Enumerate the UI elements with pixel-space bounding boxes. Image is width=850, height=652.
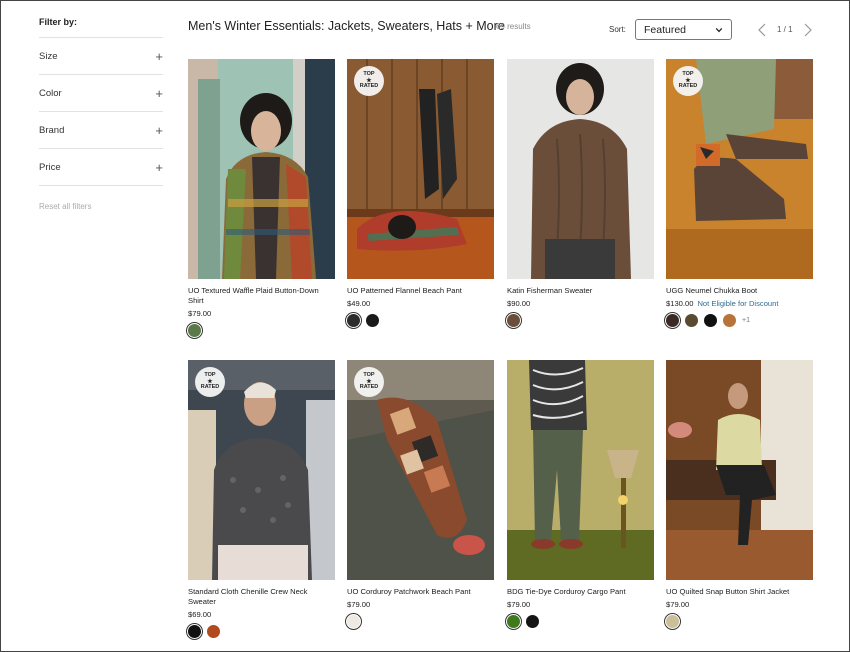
color-swatch[interactable] (704, 314, 717, 327)
product-card: Katin Fisherman Sweater $90.00 (507, 59, 654, 327)
plus-icon: + (155, 122, 163, 138)
product-price: $49.00 (347, 299, 494, 309)
product-name[interactable]: Standard Cloth Chenille Crew Neck Sweate… (188, 587, 335, 607)
discount-note: Not Eligible for Discount (697, 299, 779, 308)
product-card: UO Quilted Snap Button Shirt Jacket $79.… (666, 360, 813, 628)
product-image[interactable] (507, 59, 654, 279)
product-name[interactable]: UGG Neumel Chukka Boot (666, 286, 813, 296)
more-colors-count[interactable]: +1 (742, 317, 750, 324)
price-value: $79.00 (188, 309, 212, 318)
color-swatch[interactable] (188, 324, 201, 337)
color-swatch[interactable] (723, 314, 736, 327)
filter-label: Color (39, 87, 62, 99)
divider (39, 185, 163, 186)
price-value: $90.00 (507, 299, 531, 308)
product-card: TOP ★ RATED Standard Cloth Chenille Crew… (188, 360, 335, 638)
filter-label: Price (39, 161, 61, 173)
product-image[interactable]: TOP ★ RATED (188, 360, 335, 580)
filter-brand[interactable]: Brand + (39, 111, 163, 148)
chevron-right-icon[interactable] (803, 23, 813, 37)
badge-text: RATED (200, 384, 220, 391)
color-swatch[interactable] (207, 625, 220, 638)
color-swatch[interactable] (347, 314, 360, 327)
plus-icon: + (155, 48, 163, 64)
price-value: $130.00 (666, 299, 694, 308)
product-image[interactable] (188, 59, 335, 279)
color-swatch[interactable] (666, 314, 679, 327)
plus-icon: + (155, 159, 163, 175)
product-image[interactable] (507, 360, 654, 580)
product-image[interactable]: TOP ★ RATED (666, 59, 813, 279)
sort-label: Sort: (609, 25, 626, 34)
product-image[interactable] (666, 360, 813, 580)
product-price: $79.00 (188, 309, 335, 319)
color-swatch[interactable] (507, 314, 520, 327)
product-name[interactable]: UO Patterned Flannel Beach Pant (347, 286, 494, 296)
color-swatches (507, 314, 654, 327)
product-card: BDG Tie-Dye Corduroy Cargo Pant $79.00 (507, 360, 654, 628)
top-rated-badge: TOP ★ RATED (195, 367, 225, 397)
filter-label: Size (39, 50, 58, 62)
color-swatch[interactable] (188, 625, 201, 638)
color-swatches (347, 615, 494, 628)
result-count: 69 results (496, 22, 531, 31)
product-name[interactable]: UO Quilted Snap Button Shirt Jacket (666, 587, 813, 597)
product-name[interactable]: UO Textured Waffle Plaid Button-Down Shi… (188, 286, 335, 306)
filter-price[interactable]: Price + (39, 148, 163, 185)
pager-text: 1 / 1 (777, 25, 793, 34)
results-header: Men's Winter Essentials: Jackets, Sweate… (188, 19, 818, 41)
product-price: $79.00 (507, 600, 654, 610)
filter-size[interactable]: Size + (39, 37, 163, 74)
top-rated-badge: TOP ★ RATED (354, 367, 384, 397)
top-rated-badge: TOP ★ RATED (673, 66, 703, 96)
badge-text: RATED (359, 384, 379, 391)
color-swatch[interactable] (507, 615, 520, 628)
product-image[interactable]: TOP ★ RATED (347, 59, 494, 279)
color-swatch[interactable] (526, 615, 539, 628)
color-swatches (188, 324, 335, 337)
color-swatches (188, 625, 335, 638)
price-value: $79.00 (347, 600, 371, 609)
filter-sidebar: Filter by: Size + Color + Brand + Price … (39, 17, 163, 211)
product-card: TOP ★ RATED UGG Neumel Chukka Boot $130.… (666, 59, 813, 327)
product-price: $90.00 (507, 299, 654, 309)
chevron-down-icon (715, 27, 723, 32)
price-value: $49.00 (347, 299, 371, 308)
color-swatch[interactable] (347, 615, 360, 628)
product-image[interactable]: TOP ★ RATED (347, 360, 494, 580)
plus-icon: + (155, 85, 163, 101)
color-swatch[interactable] (685, 314, 698, 327)
product-card: TOP ★ RATED UO Corduroy Patchwork Beach … (347, 360, 494, 628)
sort-dropdown[interactable]: Featured (635, 19, 732, 40)
price-value: $79.00 (666, 600, 690, 609)
product-name[interactable]: BDG Tie-Dye Corduroy Cargo Pant (507, 587, 654, 597)
color-swatch[interactable] (366, 314, 379, 327)
page-title: Men's Winter Essentials: Jackets, Sweate… (188, 19, 505, 33)
color-swatches (507, 615, 654, 628)
filter-label: Brand (39, 124, 65, 136)
badge-text: RATED (678, 83, 698, 90)
product-price: $79.00 (347, 600, 494, 610)
reset-filters-link[interactable]: Reset all filters (39, 202, 163, 211)
chevron-left-icon[interactable] (757, 23, 767, 37)
product-price: $79.00 (666, 600, 813, 610)
product-name[interactable]: UO Corduroy Patchwork Beach Pant (347, 587, 494, 597)
product-name[interactable]: Katin Fisherman Sweater (507, 286, 654, 296)
top-rated-badge: TOP ★ RATED (354, 66, 384, 96)
product-price: $130.00 Not Eligible for Discount (666, 299, 813, 309)
product-price: $69.00 (188, 610, 335, 620)
price-value: $79.00 (507, 600, 531, 609)
sort-value: Featured (644, 23, 687, 36)
price-value: $69.00 (188, 610, 212, 619)
badge-text: RATED (359, 83, 379, 90)
product-card: TOP ★ RATED UO Patterned Flannel Beach P… (347, 59, 494, 327)
filter-title: Filter by: (39, 17, 78, 27)
filter-color[interactable]: Color + (39, 74, 163, 111)
color-swatch[interactable] (666, 615, 679, 628)
color-swatches (347, 314, 494, 327)
product-card: UO Textured Waffle Plaid Button-Down Shi… (188, 59, 335, 337)
color-swatches: +1 (666, 314, 813, 327)
color-swatches (666, 615, 813, 628)
page: Filter by: Size + Color + Brand + Price … (0, 0, 850, 652)
